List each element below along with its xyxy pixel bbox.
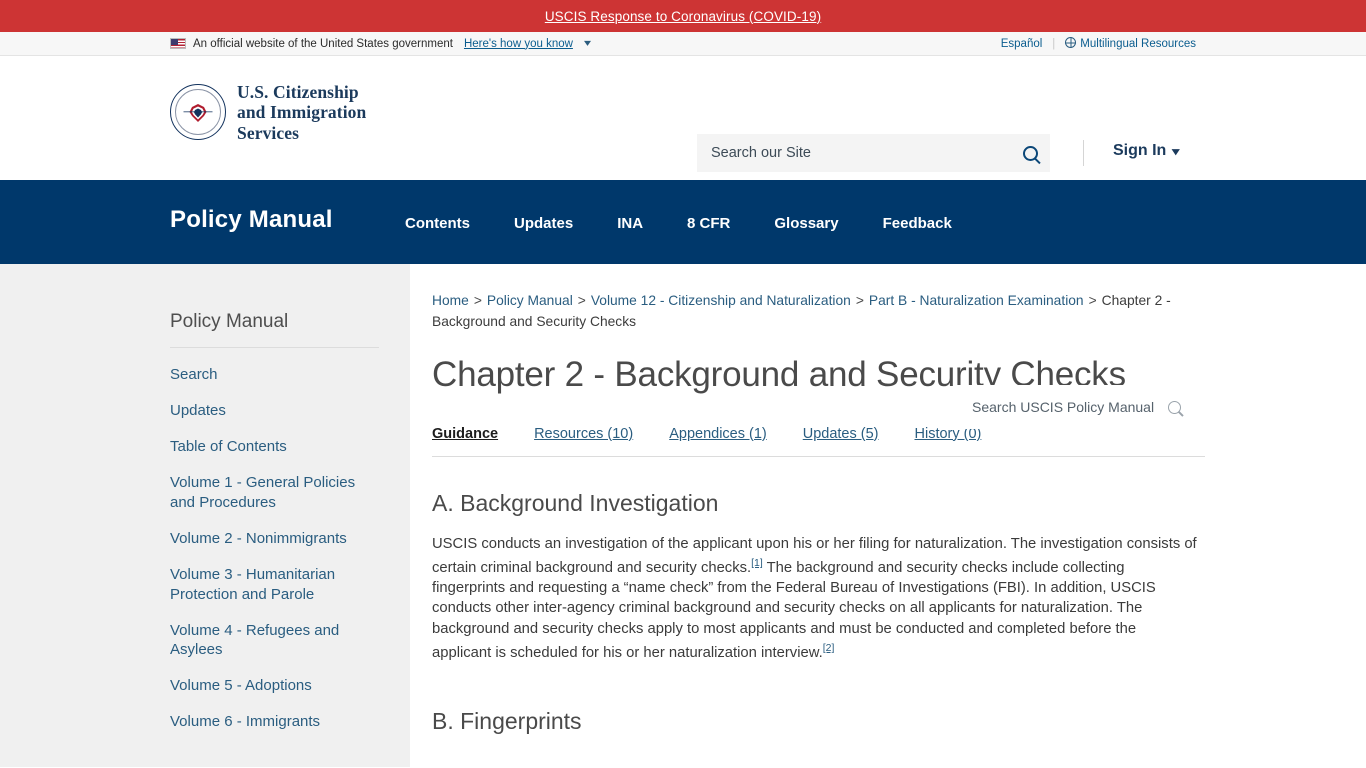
pm-nav-glossary[interactable]: Glossary (774, 215, 838, 232)
sidebar-list: Search Updates Table of Contents Volume … (170, 365, 410, 732)
policy-manual-navigation: Contents Updates INA 8 CFR Glossary Feed… (405, 215, 952, 232)
policy-manual-search-input[interactable] (970, 398, 1168, 416)
policy-manual-title[interactable]: Policy Manual (170, 206, 333, 234)
breadcrumb-part-b[interactable]: Part B - Naturalization Examination (869, 293, 1084, 308)
tab-guidance[interactable]: Guidance (432, 426, 498, 442)
sidebar-item-table-of-contents[interactable]: Table of Contents (170, 437, 366, 457)
breadcrumb-volume-12[interactable]: Volume 12 - Citizenship and Naturalizati… (591, 293, 851, 308)
government-banner: An official website of the United States… (0, 32, 1366, 56)
sidebar-item-volume-4[interactable]: Volume 4 - Refugees and Asylees (170, 621, 366, 661)
pm-nav-contents[interactable]: Contents (405, 215, 470, 232)
banner-divider: | (1052, 37, 1056, 50)
page-body: Policy Manual Search Updates Table of Co… (0, 264, 1366, 768)
signin-divider (1083, 140, 1084, 166)
content-tabs: Guidance Resources (10) Appendices (1) U… (432, 426, 1205, 457)
logo-line-1: U.S. Citizenship (237, 82, 359, 102)
breadcrumb: Home > Policy Manual > Volume 12 - Citizensh… (432, 290, 1202, 333)
site-search-input[interactable] (709, 144, 1023, 162)
main-content: Home > Policy Manual > Volume 12 - Citizensh… (410, 264, 1366, 768)
policy-manual-search-box[interactable] (957, 385, 1194, 429)
section-a-paragraph: USCIS conducts an investigation of the a… (432, 534, 1198, 663)
official-website-text: An official website of the United States… (193, 37, 453, 50)
espanol-link[interactable]: Español (1001, 38, 1043, 50)
pm-nav-feedback[interactable]: Feedback (883, 215, 952, 232)
breadcrumb-separator: > (577, 293, 586, 308)
sidebar-item-search[interactable]: Search (170, 365, 366, 385)
sidebar-title: Policy Manual (170, 311, 289, 332)
heres-how-you-know-link[interactable]: Here's how you know (464, 38, 573, 50)
tab-resources[interactable]: Resources (10) (534, 426, 633, 442)
tab-updates[interactable]: Updates (5) (803, 426, 879, 442)
covid-alert-bar: USCIS Response to Coronavirus (COVID-19) (0, 0, 1366, 32)
breadcrumb-home[interactable]: Home (432, 293, 469, 308)
pm-nav-ina[interactable]: INA (617, 215, 643, 232)
left-sidebar: Policy Manual Search Updates Table of Co… (0, 264, 410, 767)
dhs-seal-icon (170, 84, 226, 141)
multilingual-resources-label: Multilingual Resources (1080, 38, 1196, 50)
section-b-heading: B. Fingerprints (432, 708, 582, 735)
sidebar-divider (170, 347, 379, 348)
dhs-eagle-glyph (183, 103, 213, 122)
chevron-down-icon[interactable]: ▾ (584, 38, 591, 49)
chevron-down-icon: ▾ (1172, 145, 1180, 158)
sidebar-item-volume-3[interactable]: Volume 3 - Humanitarian Protection and P… (170, 565, 366, 605)
pm-nav-8cfr[interactable]: 8 CFR (687, 215, 730, 232)
section-a-heading: A. Background Investigation (432, 489, 719, 516)
site-search-box[interactable] (697, 134, 1050, 172)
sidebar-item-volume-5[interactable]: Volume 5 - Adoptions (170, 676, 366, 696)
sidebar-item-volume-2[interactable]: Volume 2 - Nonimmigrants (170, 529, 366, 549)
policy-manual-bar: Policy Manual Contents Updates INA 8 CFR… (0, 180, 1366, 429)
breadcrumb-policy-manual[interactable]: Policy Manual (487, 293, 573, 308)
multilingual-resources-link[interactable]: Multilingual Resources (1065, 37, 1196, 50)
sidebar-item-updates[interactable]: Updates (170, 401, 366, 421)
sidebar-item-volume-1[interactable]: Volume 1 - General Policies and Procedur… (170, 473, 366, 513)
search-icon[interactable] (1023, 145, 1038, 161)
tab-appendices[interactable]: Appendices (1) (669, 426, 767, 442)
uscis-logo[interactable]: U.S. Citizenship and Immigration Service… (170, 82, 366, 143)
sidebar-item-volume-6[interactable]: Volume 6 - Immigrants (170, 712, 366, 732)
logo-line-3: Services (237, 122, 300, 143)
breadcrumb-separator: > (1088, 293, 1097, 308)
breadcrumb-separator: > (473, 293, 482, 308)
footnote-link-1[interactable]: [1] (751, 557, 763, 569)
uscis-logo-text: U.S. Citizenship and Immigration Service… (237, 82, 366, 143)
covid-alert-link[interactable]: USCIS Response to Coronavirus (COVID-19) (545, 9, 821, 24)
globe-icon (1065, 37, 1077, 48)
search-icon[interactable] (1168, 400, 1181, 414)
pm-nav-updates[interactable]: Updates (514, 215, 573, 232)
footnote-link-2[interactable]: [2] (823, 642, 835, 654)
sign-in-label: Sign In (1113, 142, 1167, 159)
breadcrumb-separator: > (855, 293, 864, 308)
us-flag-icon (170, 38, 186, 49)
logo-line-2: and Immigration (237, 102, 367, 123)
sign-in-button[interactable]: Sign In ▾ (1113, 142, 1180, 160)
site-masthead: U.S. Citizenship and Immigration Service… (0, 56, 1366, 212)
